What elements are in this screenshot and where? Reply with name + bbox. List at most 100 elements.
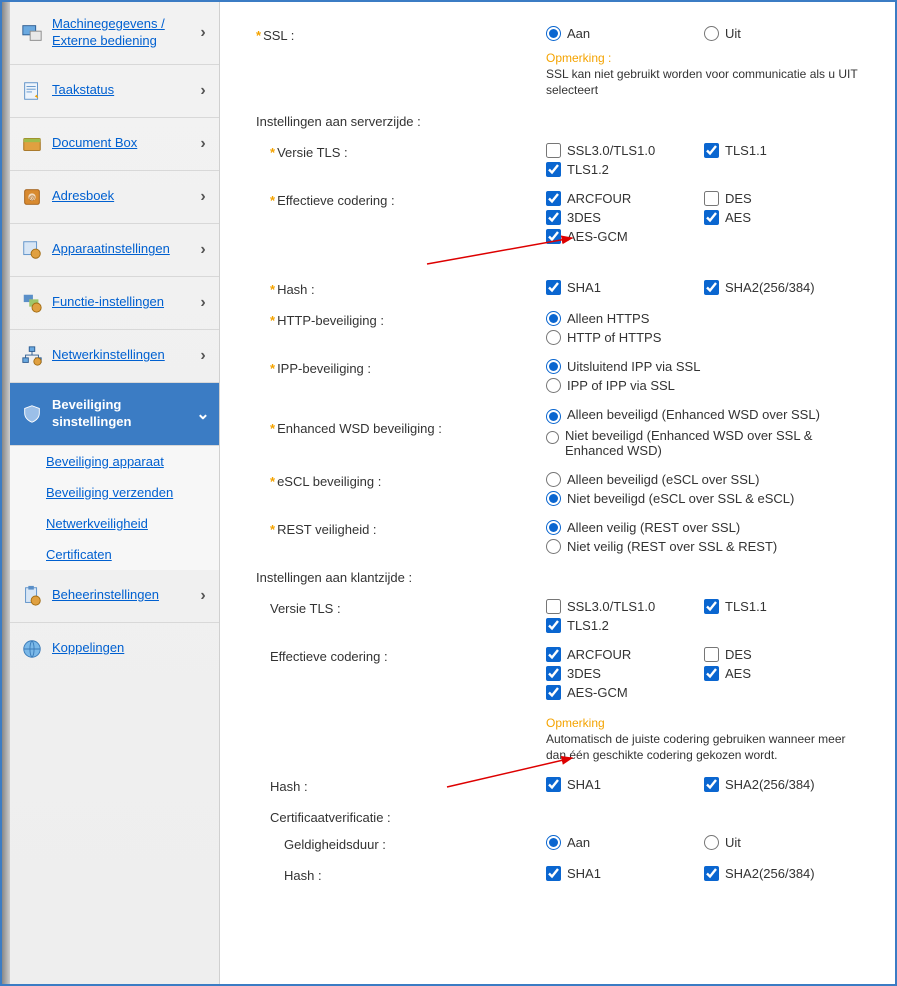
label-hash-client: Hash : xyxy=(270,779,308,794)
radio-geldig-aan[interactable] xyxy=(546,835,561,850)
chk-arcfour-server[interactable] xyxy=(546,191,561,206)
header-server: Instellingen aan serverzijde : xyxy=(256,114,875,129)
monitor-icon xyxy=(18,21,46,45)
chk-3des-client[interactable] xyxy=(546,666,561,681)
sidebar-item-label: Adresboek xyxy=(52,188,195,205)
radio-ssl-uit[interactable] xyxy=(704,26,719,41)
sidebar-item-documentbox[interactable]: Document Box › xyxy=(10,118,219,171)
chk-sha1-server[interactable] xyxy=(546,280,561,295)
row-ssl: *SSL : Aan Uit Opmerking : SSL kan niet … xyxy=(256,26,875,98)
chk-arcfour-client[interactable] xyxy=(546,647,561,662)
chk-des-client[interactable] xyxy=(704,647,719,662)
subitem-beveiliging-apparaat[interactable]: Beveiliging apparaat xyxy=(10,446,219,477)
chevron-right-icon: › xyxy=(195,241,211,259)
row-hash-client: Hash : SHA1 SHA2(256/384) xyxy=(256,777,875,794)
chevron-down-icon: ⌄ xyxy=(195,404,211,424)
chk-tls12-client[interactable] xyxy=(546,618,561,633)
chk-aes-server[interactable] xyxy=(704,210,719,225)
globe-icon xyxy=(18,637,46,661)
radio-rest-2[interactable] xyxy=(546,539,561,554)
shield-icon xyxy=(18,402,46,426)
chk-sha1-client[interactable] xyxy=(546,777,561,792)
radio-ewsd-2[interactable] xyxy=(546,430,559,445)
sidebar-item-functie[interactable]: Functie-instellingen › xyxy=(10,277,219,330)
header-client: Instellingen aan klantzijde : xyxy=(256,570,875,585)
radio-ewsd-1[interactable] xyxy=(546,409,561,424)
row-hash-server: *Hash : SHA1 SHA2(256/384) xyxy=(256,280,875,297)
chevron-right-icon: › xyxy=(195,587,211,605)
label-ewsd: Enhanced WSD beveiliging : xyxy=(277,421,442,436)
sidebar-item-beheer[interactable]: Beheerinstellingen › xyxy=(10,570,219,623)
radio-escl-2[interactable] xyxy=(546,491,561,506)
subitem-certificaten[interactable]: Certificaten xyxy=(10,539,219,570)
clipboard-gear-icon xyxy=(18,584,46,608)
label-geldig: Geldigheidsduur : xyxy=(284,837,386,852)
chevron-right-icon: › xyxy=(195,294,211,312)
radio-ssl-aan[interactable] xyxy=(546,26,561,41)
function-gear-icon xyxy=(18,291,46,315)
sidebar-subitems: Beveiliging apparaat Beveiliging verzend… xyxy=(10,446,219,570)
label-cert: Certificaatverificatie : xyxy=(270,810,391,825)
chk-sha2-cert[interactable] xyxy=(704,866,719,881)
chevron-right-icon: › xyxy=(195,82,211,100)
chk-sha2-client[interactable] xyxy=(704,777,719,792)
document-icon xyxy=(18,79,46,103)
subitem-netwerkveiligheid[interactable]: Netwerkveiligheid xyxy=(10,508,219,539)
chk-tls11-server[interactable] xyxy=(704,143,719,158)
content-panel: *SSL : Aan Uit Opmerking : SSL kan niet … xyxy=(220,2,895,984)
label-enc-client: Effectieve codering : xyxy=(270,649,388,664)
chk-aesgcm-client[interactable] xyxy=(546,685,561,700)
row-cert-header: Certificaatverificatie : xyxy=(256,808,875,825)
chk-3des-server[interactable] xyxy=(546,210,561,225)
chk-sha1-cert[interactable] xyxy=(546,866,561,881)
sidebar: Machinegegevens / Externe bediening › Ta… xyxy=(10,2,220,984)
note-ssl: SSL kan niet gebruikt worden voor commun… xyxy=(546,67,866,98)
radio-ipp-1[interactable] xyxy=(546,359,561,374)
radio-http-2[interactable] xyxy=(546,330,561,345)
row-tls-server: *Versie TLS : SSL3.0/TLS1.0 TLS1.1 TLS1.… xyxy=(256,143,875,177)
row-ipp: *IPP-beveiliging : Uitsluitend IPP via S… xyxy=(256,359,875,393)
sidebar-item-beveiliging[interactable]: Beveiliging sinstellingen ⌄ xyxy=(10,383,219,446)
chk-sha2-server[interactable] xyxy=(704,280,719,295)
chk-aesgcm-server[interactable] xyxy=(546,229,561,244)
row-escl: *eSCL beveiliging : Alleen beveiligd (eS… xyxy=(256,472,875,506)
sidebar-item-apparaat[interactable]: Apparaatinstellingen › xyxy=(10,224,219,277)
chk-tls12-server[interactable] xyxy=(546,162,561,177)
radio-escl-1[interactable] xyxy=(546,472,561,487)
chk-ssl30-client[interactable] xyxy=(546,599,561,614)
radio-http-1[interactable] xyxy=(546,311,561,326)
label-tls-client: Versie TLS : xyxy=(270,601,341,616)
sidebar-item-koppelingen[interactable]: Koppelingen xyxy=(10,623,219,675)
sidebar-item-label: Functie-instellingen xyxy=(52,294,195,311)
sidebar-item-label: Document Box xyxy=(52,135,195,152)
device-gear-icon xyxy=(18,238,46,262)
subitem-beveiliging-verzenden[interactable]: Beveiliging verzenden xyxy=(10,477,219,508)
label-http: HTTP-beveiliging : xyxy=(277,313,384,328)
box-icon xyxy=(18,132,46,156)
sidebar-item-adresboek[interactable]: @ Adresboek › xyxy=(10,171,219,224)
radio-geldig-uit[interactable] xyxy=(704,835,719,850)
radio-rest-1[interactable] xyxy=(546,520,561,535)
chevron-right-icon: › xyxy=(195,347,211,365)
sidebar-item-label: Machinegegevens / Externe bediening xyxy=(52,16,195,50)
row-rest: *REST veiligheid : Alleen veilig (REST o… xyxy=(256,520,875,554)
radio-ipp-2[interactable] xyxy=(546,378,561,393)
note-heading-client: Opmerking xyxy=(546,716,875,730)
sidebar-item-label: Netwerkinstellingen xyxy=(52,347,195,364)
sidebar-item-taakstatus[interactable]: Taakstatus › xyxy=(10,65,219,118)
chk-aes-client[interactable] xyxy=(704,666,719,681)
chevron-right-icon: › xyxy=(195,135,211,153)
sidebar-item-label: Koppelingen xyxy=(52,640,211,657)
chk-des-server[interactable] xyxy=(704,191,719,206)
sidebar-item-netwerk[interactable]: Netwerkinstellingen › xyxy=(10,330,219,383)
row-ewsd: *Enhanced WSD beveiliging : Alleen bevei… xyxy=(256,407,875,458)
label-tls: Versie TLS : xyxy=(277,145,348,160)
note-enc: Automatisch de juiste codering gebruiken… xyxy=(546,732,866,763)
sidebar-item-machine[interactable]: Machinegegevens / Externe bediening › xyxy=(10,2,219,65)
sidebar-item-label: Taakstatus xyxy=(52,82,195,99)
sidebar-item-label: Beveiliging sinstellingen xyxy=(52,397,195,431)
label-ssl: SSL : xyxy=(263,28,294,43)
row-tls-client: Versie TLS : SSL3.0/TLS1.0 TLS1.1 TLS1.2 xyxy=(256,599,875,633)
chk-tls11-client[interactable] xyxy=(704,599,719,614)
chk-ssl30-server[interactable] xyxy=(546,143,561,158)
